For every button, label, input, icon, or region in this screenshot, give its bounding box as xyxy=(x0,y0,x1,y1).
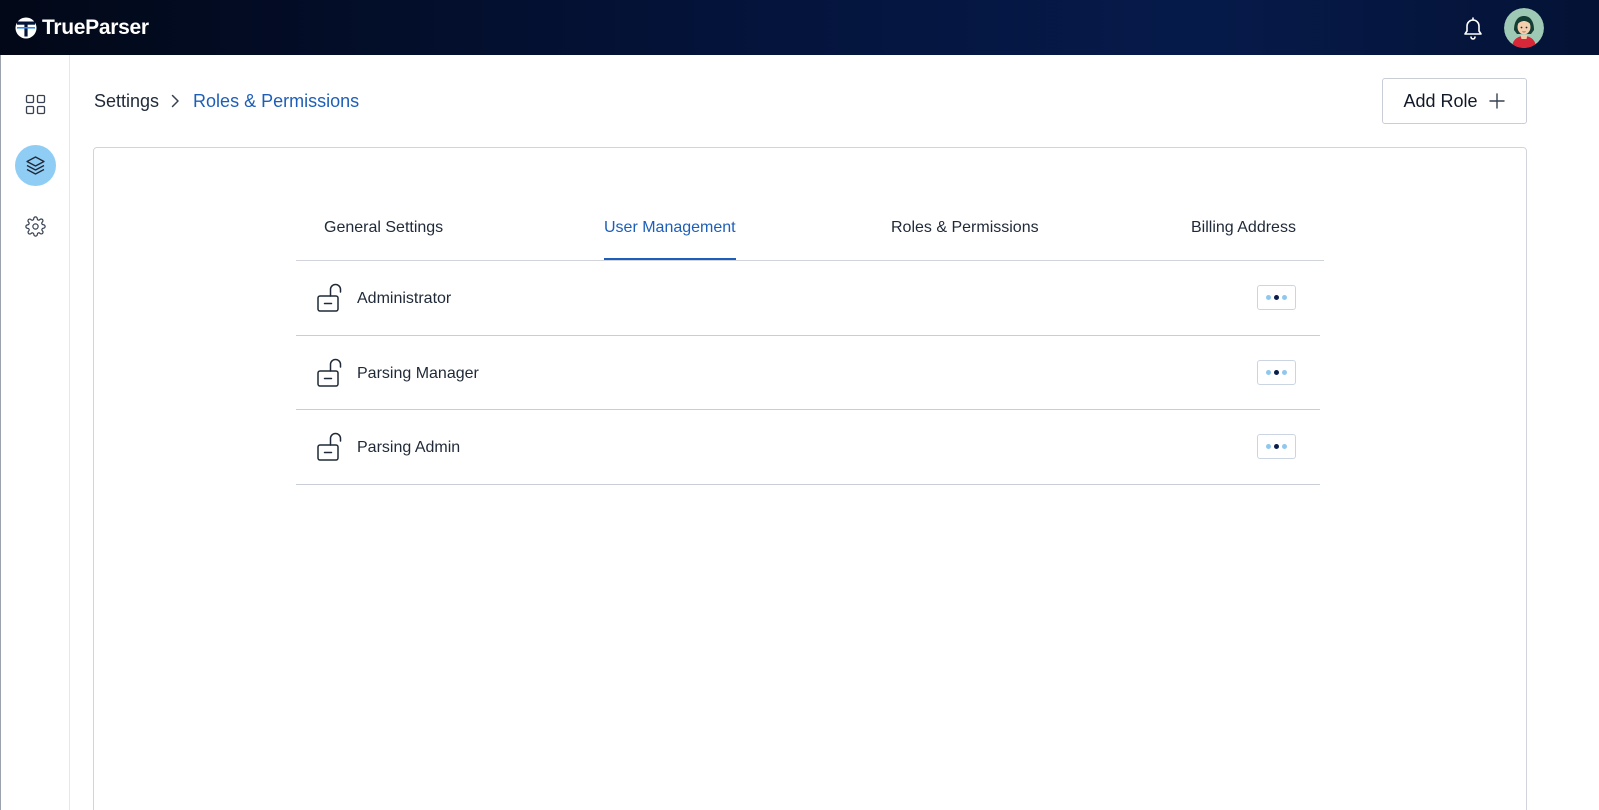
tab-roles-permissions[interactable]: Roles & Permissions xyxy=(891,204,1039,260)
breadcrumb: Settings Roles & Permissions xyxy=(94,89,359,113)
role-name: Administrator xyxy=(357,290,452,307)
sidebar xyxy=(1,55,70,810)
breadcrumb-current: Roles & Permissions xyxy=(193,90,360,111)
role-name: Parsing Admin xyxy=(357,439,461,456)
tab-billing-address[interactable]: Billing Address xyxy=(1191,204,1296,260)
role-name: Parsing Manager xyxy=(357,364,479,382)
unlock-icon xyxy=(317,358,342,387)
dot-icon xyxy=(1282,369,1287,375)
list-item[interactable]: Administrator xyxy=(296,261,1320,336)
more-options-button[interactable] xyxy=(1257,285,1296,310)
add-role-label: Add Role xyxy=(1403,90,1478,111)
sidebar-item-layers[interactable] xyxy=(15,145,56,186)
sidebar-item-settings[interactable] xyxy=(15,206,56,247)
user-avatar[interactable] xyxy=(1504,8,1544,48)
dot-icon xyxy=(1274,295,1279,300)
sidebar-item-dashboard[interactable] xyxy=(15,84,56,125)
gear-icon xyxy=(25,216,46,237)
roles-list: Administrator Parsing Manager Parsing Ad… xyxy=(296,261,1320,485)
dot-icon xyxy=(1282,295,1287,300)
dot-icon xyxy=(1266,295,1271,300)
list-item[interactable]: Parsing Admin xyxy=(296,410,1320,485)
dot-icon xyxy=(1274,444,1279,449)
trueparser-logo-icon xyxy=(15,17,37,39)
list-item[interactable]: Parsing Manager xyxy=(296,336,1320,410)
grid-icon xyxy=(25,94,46,115)
app-name: TrueParser xyxy=(42,16,149,39)
unlock-icon xyxy=(317,283,342,312)
plus-icon xyxy=(1488,93,1505,109)
dot-icon xyxy=(1266,444,1271,449)
more-options-button[interactable] xyxy=(1257,434,1296,459)
avatar-icon xyxy=(1504,8,1544,48)
settings-tabs: General Settings User Management Roles &… xyxy=(296,204,1324,261)
brand[interactable]: TrueParser xyxy=(14,14,149,42)
bell-icon[interactable] xyxy=(1461,15,1485,41)
dot-icon xyxy=(1266,369,1271,375)
layers-icon xyxy=(26,156,45,175)
dot-icon xyxy=(1274,369,1279,375)
dot-icon xyxy=(1282,444,1287,449)
tab-general-settings[interactable]: General Settings xyxy=(324,204,443,260)
more-options-button[interactable] xyxy=(1257,359,1296,385)
chevron-right-icon xyxy=(171,94,179,108)
top-bar: TrueParser xyxy=(0,0,1599,55)
unlock-icon xyxy=(317,432,342,461)
add-role-button[interactable]: Add Role xyxy=(1382,78,1527,124)
tab-user-management[interactable]: User Management xyxy=(604,204,736,260)
breadcrumb-settings[interactable]: Settings xyxy=(94,91,159,112)
